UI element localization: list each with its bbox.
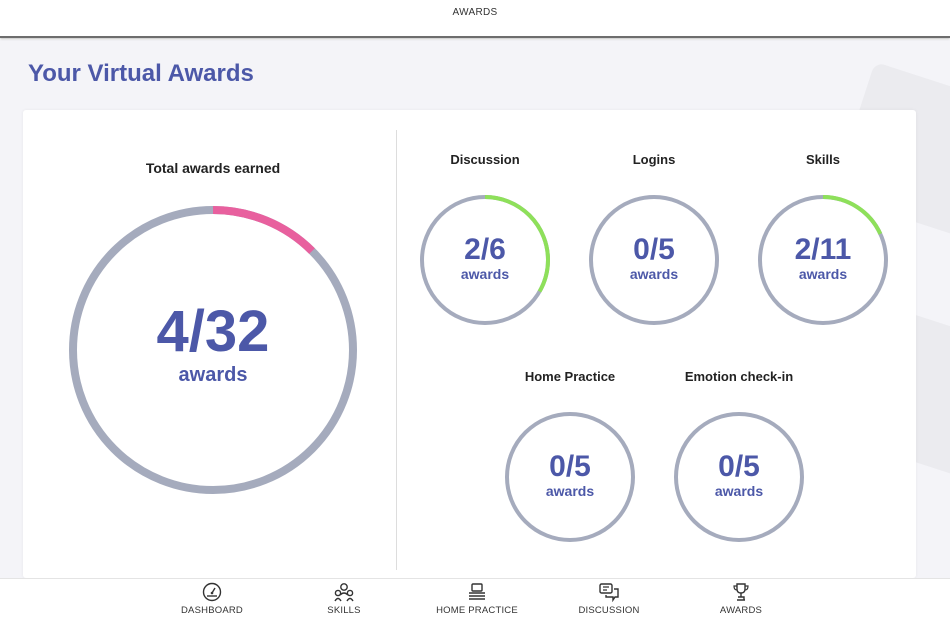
logins-label: Logins [632, 152, 676, 167]
skills-fraction: 2/11 [794, 233, 852, 266]
nav-label-dashboard: DASHBOARD [181, 605, 243, 616]
total-awards-label: Total awards earned [145, 160, 281, 176]
emotion-checkin-label: Emotion check-in [684, 369, 794, 384]
total-awards-value: 4/32 awards [63, 300, 363, 387]
home-practice-label: Home Practice [524, 369, 616, 384]
emotion-checkin-unit: awards [714, 483, 764, 499]
emotion-checkin-awards-widget: Emotion check-in 0/5 awards [649, 369, 829, 547]
home-practice-unit: awards [545, 483, 595, 499]
nav-item-awards[interactable]: AWARDS [686, 582, 796, 616]
awards-card: Total awards earned 4/32 awards Discussi… [23, 110, 916, 578]
nav-item-skills[interactable]: SKILLS [289, 582, 399, 616]
skills-awards-widget: Skills 2/11 awards [755, 152, 891, 330]
nav-item-home-practice[interactable]: HOME PRACTICE [422, 582, 532, 616]
total-awards-unit: awards [178, 364, 248, 386]
vertical-divider [396, 130, 397, 570]
total-awards-widget: Total awards earned 4/32 awards [63, 160, 363, 500]
discussion-fraction: 2/6 [464, 233, 506, 266]
page-title: Your Virtual Awards [28, 60, 254, 87]
nav-label-home-practice: HOME PRACTICE [436, 605, 518, 616]
logins-fraction: 0/5 [633, 233, 675, 266]
logins-value: 0/5 awards [586, 233, 722, 283]
emotion-checkin-fraction: 0/5 [718, 450, 760, 483]
discussion-value: 2/6 awards [417, 233, 553, 283]
chat-bubbles-icon [599, 583, 619, 602]
skills-value: 2/11 awards [755, 233, 891, 283]
trophy-icon [733, 583, 749, 601]
nav-label-skills: SKILLS [327, 605, 361, 616]
discussion-label: Discussion [450, 152, 520, 167]
total-awards-fraction: 4/32 [156, 299, 270, 364]
nav-label-discussion: DISCUSSION [578, 605, 640, 616]
bottom-nav: DASHBOARD SKILLS HOME PRACTICE DISCUSSIO… [0, 578, 950, 623]
nav-label-awards: AWARDS [719, 605, 763, 616]
top-bar-title: AWARDS [452, 7, 498, 18]
emotion-checkin-value: 0/5 awards [649, 450, 829, 500]
nav-item-dashboard[interactable]: DASHBOARD [157, 582, 267, 616]
home-practice-value: 0/5 awards [480, 450, 660, 500]
skills-unit: awards [798, 266, 848, 282]
top-bar: AWARDS [0, 0, 950, 38]
laptop-stack-icon [469, 583, 485, 600]
logins-unit: awards [629, 266, 679, 282]
discussion-awards-widget: Discussion 2/6 awards [417, 152, 553, 330]
logins-awards-widget: Logins 0/5 awards [586, 152, 722, 330]
home-practice-fraction: 0/5 [549, 450, 591, 483]
nav-item-discussion[interactable]: DISCUSSION [554, 582, 664, 616]
home-practice-awards-widget: Home Practice 0/5 awards [480, 369, 660, 547]
gauge-icon [202, 582, 222, 602]
discussion-unit: awards [460, 266, 510, 282]
people-icon [334, 583, 354, 602]
main-content: Your Virtual Awards Total awards earned … [0, 40, 950, 578]
skills-label: Skills [806, 152, 840, 167]
